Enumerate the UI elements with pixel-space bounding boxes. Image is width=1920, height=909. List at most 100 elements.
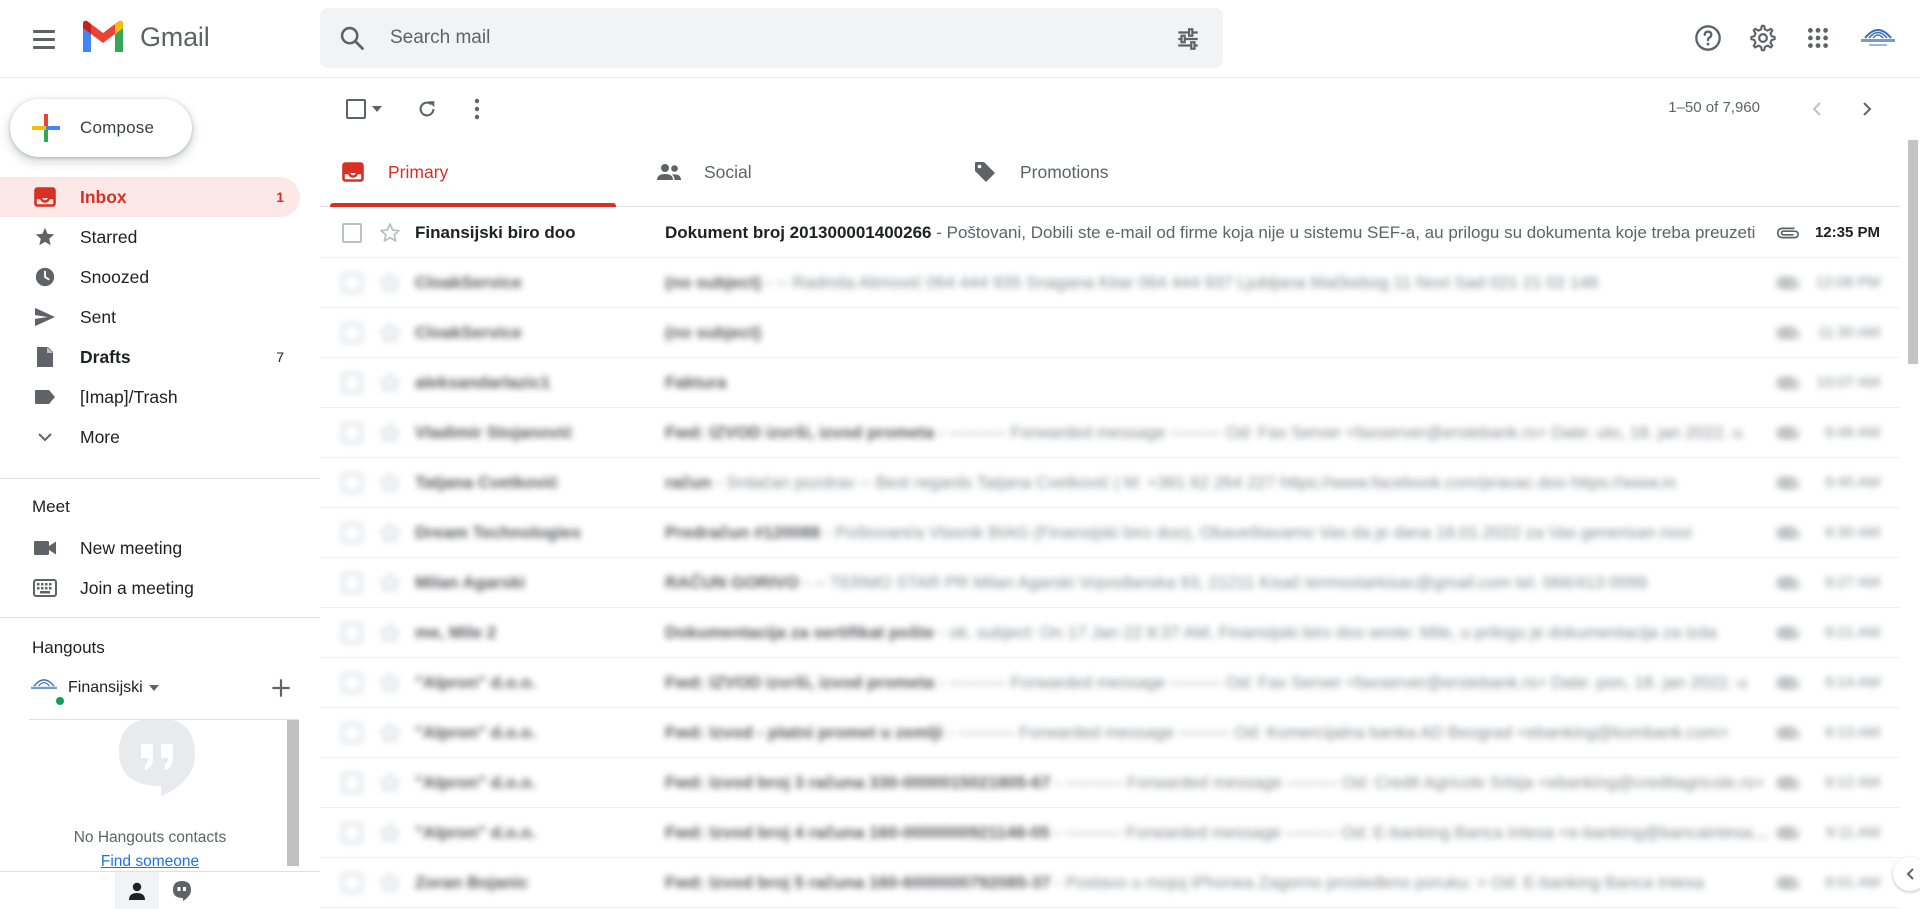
conversations-tab[interactable] xyxy=(160,872,204,909)
email-snippet: - -- Radmila Alimović 064 444 935 Snagan… xyxy=(761,272,1599,292)
compose-button[interactable]: Compose xyxy=(10,99,192,157)
select-all-checkbox[interactable] xyxy=(340,94,388,124)
email-row[interactable]: aleksandarlazic1 Faktura 10:07 AM xyxy=(320,358,1900,408)
row-checkbox[interactable] xyxy=(342,322,362,343)
row-checkbox[interactable] xyxy=(342,422,362,443)
hangouts-user-logo-icon xyxy=(31,679,57,690)
star-icon[interactable] xyxy=(378,721,402,745)
email-sender: me, Mile 2 xyxy=(415,622,497,642)
hangouts-user-switcher[interactable]: Finansijski xyxy=(28,675,159,707)
row-checkbox[interactable] xyxy=(342,722,362,743)
row-checkbox[interactable] xyxy=(342,872,362,893)
star-icon[interactable] xyxy=(378,321,402,345)
join-meeting-button[interactable]: Join a meeting xyxy=(0,568,300,608)
refresh-button[interactable] xyxy=(412,94,442,124)
search-bar[interactable] xyxy=(320,8,1223,68)
star-icon[interactable] xyxy=(378,421,402,445)
draft-icon xyxy=(37,347,53,367)
email-row[interactable]: Vladimir Stojanović Fwd: IZVOD izvrši, iz… xyxy=(320,408,1900,458)
person-icon xyxy=(129,882,145,900)
email-row[interactable]: "Alpron" d.o.o. Fwd: Izvod broj 4 računa … xyxy=(320,808,1900,858)
email-row[interactable]: me, Mile 2 Dokumentacija za sertifikat po… xyxy=(320,608,1900,658)
email-row[interactable]: "Alpron" d.o.o. Fwd: Izvod - platni prome… xyxy=(320,708,1900,758)
nav-item-sent[interactable]: Sent xyxy=(0,297,300,337)
older-page-button[interactable] xyxy=(1852,94,1882,124)
join-meeting-label: Join a meeting xyxy=(80,577,194,598)
tab-promotions[interactable]: Promotions xyxy=(952,137,1248,207)
email-snippet: - ok. subject: On 17 Jan 22 8:37 AM, Fin… xyxy=(934,622,1717,642)
email-snippet: - ---------- Forwarded message ---------… xyxy=(1049,822,1771,842)
nav-item-snoozed[interactable]: Snoozed xyxy=(0,257,300,297)
star-icon[interactable] xyxy=(378,621,402,645)
contacts-tab[interactable] xyxy=(115,872,159,909)
side-panel-toggle[interactable] xyxy=(1893,857,1920,891)
tab-primary[interactable]: Primary xyxy=(320,137,616,207)
email-row[interactable]: Dream Technologies Predračun #120088 - Po… xyxy=(320,508,1900,558)
nav-item-more[interactable]: More xyxy=(0,417,300,457)
email-row[interactable]: Milan Agarski RAČUN GORIVO - -- TERMO STA… xyxy=(320,558,1900,608)
chevron-down-icon xyxy=(38,433,52,442)
scrollbar-thumb[interactable] xyxy=(1908,140,1918,364)
gmail-logo[interactable]: Gmail xyxy=(80,19,210,55)
apps-button[interactable] xyxy=(1800,20,1836,56)
drafts-count: 7 xyxy=(276,349,284,365)
nav-item-imap-trash[interactable]: [Imap]/Trash xyxy=(0,377,300,417)
search-icon[interactable] xyxy=(338,24,366,52)
email-row[interactable]: "Alpron" d.o.o. Fwd: Izvod broj 3 računa … xyxy=(320,758,1900,808)
star-icon[interactable] xyxy=(378,821,402,845)
email-row[interactable]: Finansijski biro doo Dokument broj 201300… xyxy=(320,208,1900,258)
row-checkbox[interactable] xyxy=(342,622,362,643)
row-checkbox[interactable] xyxy=(342,272,362,293)
row-checkbox[interactable] xyxy=(342,472,362,493)
new-meeting-button[interactable]: New meeting xyxy=(0,528,300,568)
find-someone-link[interactable]: Find someone xyxy=(0,853,300,871)
nav-item-drafts[interactable]: Drafts 7 xyxy=(0,337,300,377)
attachment-icon xyxy=(1777,527,1799,539)
newer-page-button[interactable] xyxy=(1802,94,1832,124)
row-checkbox[interactable] xyxy=(342,222,362,243)
row-checkbox[interactable] xyxy=(342,772,362,793)
email-sender: Dream Technologies xyxy=(415,522,581,542)
row-checkbox[interactable] xyxy=(342,372,362,393)
email-content: račun - Srdačan pozdrav -- Best regards … xyxy=(665,473,1771,493)
search-options-icon[interactable] xyxy=(1175,26,1201,52)
star-icon[interactable] xyxy=(378,271,402,295)
row-checkbox[interactable] xyxy=(342,672,362,693)
tab-social[interactable]: Social xyxy=(636,137,932,207)
start-hangout-plus-icon[interactable] xyxy=(268,675,294,701)
sidebar-divider xyxy=(0,617,320,618)
email-row[interactable]: CloakService (no subject) - -- Radmila Al… xyxy=(320,258,1900,308)
email-list-scrollbar[interactable] xyxy=(1906,138,1920,908)
star-icon[interactable] xyxy=(378,571,402,595)
email-row[interactable]: "Alpron" d.o.o. Fwd: IZVOD izvrši, izvod … xyxy=(320,658,1900,708)
star-icon xyxy=(35,227,55,246)
email-list: Finansijski biro doo Dokument broj 201300… xyxy=(320,208,1900,908)
nav-item-inbox[interactable]: Inbox 1 xyxy=(0,177,300,217)
account-avatar[interactable] xyxy=(1856,18,1900,58)
row-checkbox[interactable] xyxy=(342,822,362,843)
help-button[interactable] xyxy=(1690,20,1726,56)
star-icon[interactable] xyxy=(378,471,402,495)
main-menu-button[interactable] xyxy=(24,22,64,56)
tag-icon xyxy=(975,162,995,182)
settings-button[interactable] xyxy=(1745,20,1781,56)
compose-plus-icon xyxy=(32,114,60,142)
star-icon[interactable] xyxy=(378,371,402,395)
star-icon[interactable] xyxy=(378,871,402,895)
star-icon[interactable] xyxy=(378,521,402,545)
email-row[interactable]: Tatjana Cvetković račun - Srdačan pozdrav… xyxy=(320,458,1900,508)
search-input[interactable] xyxy=(390,23,1150,53)
email-row[interactable]: CloakService (no subject) 11:30 AM xyxy=(320,308,1900,358)
star-icon[interactable] xyxy=(378,671,402,695)
row-checkbox[interactable] xyxy=(342,522,362,543)
nav-item-starred[interactable]: Starred xyxy=(0,217,300,257)
sidebar-divider xyxy=(0,478,320,479)
star-icon[interactable] xyxy=(378,771,402,795)
online-status-dot xyxy=(54,695,66,707)
more-actions-button[interactable] xyxy=(462,94,492,124)
row-checkbox[interactable] xyxy=(342,572,362,593)
email-row[interactable]: Zoran Bojanic Fwd: Izvod broj 5 računa 16… xyxy=(320,858,1900,908)
star-icon[interactable] xyxy=(378,221,402,245)
email-time: 9:45 AM xyxy=(1824,474,1880,491)
email-time: 9:13 AM xyxy=(1824,724,1880,741)
